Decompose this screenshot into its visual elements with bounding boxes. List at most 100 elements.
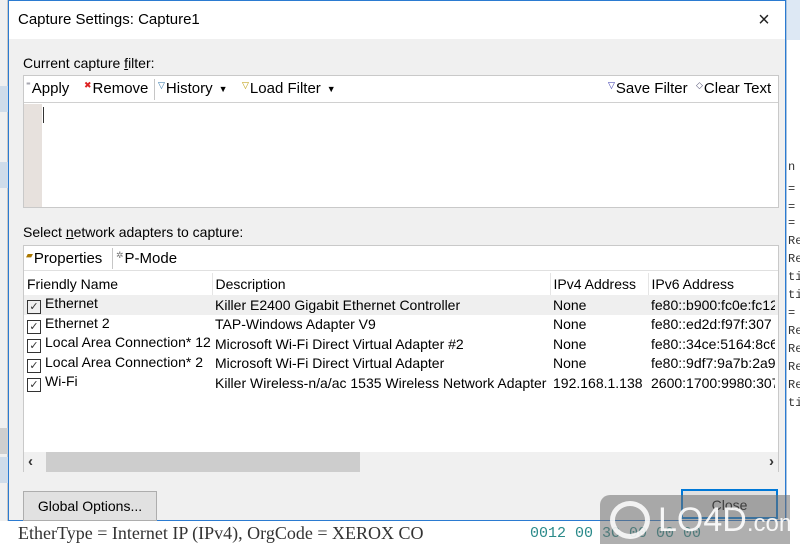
toolbar-divider bbox=[154, 79, 155, 100]
adapter-name: Wi-Fi bbox=[45, 373, 78, 390]
label-text: ilter: bbox=[128, 55, 155, 71]
table-row[interactable]: ✓ Ethernet 2 TAP-Windows Adapter V9 None … bbox=[24, 315, 778, 335]
table-row[interactable]: ✓ Local Area Connection* 12 Microsoft Wi-… bbox=[24, 334, 778, 354]
filter-toolbar: ⁼Apply ✖Remove ▽History ▼ ▽Load Filter ▼ ▽… bbox=[24, 76, 778, 103]
background-line: = bbox=[788, 200, 796, 214]
adapter-description: Microsoft Wi-Fi Direct Virtual Adapter bbox=[215, 355, 445, 372]
background-packet-text: EtherType = Internet IP (IPv4), OrgCode … bbox=[18, 523, 424, 543]
background-app-left-edge bbox=[0, 0, 8, 544]
background-line: = bbox=[788, 182, 796, 196]
background-line: n bbox=[788, 160, 796, 174]
table-header: Friendly Name Description IPv4 Address I… bbox=[24, 273, 778, 295]
save-filter-button[interactable]: ▽Save Filter bbox=[608, 80, 688, 97]
filter-text-input[interactable] bbox=[43, 104, 778, 207]
watermark-suffix: .com bbox=[746, 510, 799, 537]
adapter-ipv4: None bbox=[553, 335, 587, 352]
adapter-description: Killer Wireless-n/a/ac 1535 Wireless Net… bbox=[215, 374, 547, 391]
watermark: LO4D.com bbox=[600, 495, 799, 544]
text-cursor bbox=[43, 107, 44, 123]
background-strip bbox=[0, 86, 8, 112]
remove-button[interactable]: ✖Remove bbox=[84, 80, 148, 97]
properties-button[interactable]: ▰Properties bbox=[26, 250, 102, 267]
label-text: etwork adapters to capture: bbox=[73, 224, 244, 240]
adapter-description: TAP-Windows Adapter V9 bbox=[215, 316, 376, 333]
adapter-name: Local Area Connection* 12 bbox=[45, 334, 211, 351]
dialog-title: Capture Settings: Capture1 bbox=[18, 11, 200, 28]
properties-icon: ▰ bbox=[26, 250, 33, 260]
adapter-checkbox[interactable]: ✓ bbox=[27, 358, 41, 373]
adapter-checkbox[interactable]: ✓ bbox=[27, 378, 41, 393]
adapter-checkbox[interactable]: ✓ bbox=[27, 300, 41, 315]
network-adapters-list: ▰Properties ✲P-Mode Friendly Name Descri… bbox=[23, 245, 779, 472]
title-bar: Capture Settings: Capture1 × bbox=[9, 1, 785, 39]
adapter-description: Microsoft Wi-Fi Direct Virtual Adapter #… bbox=[215, 335, 464, 352]
scrollbar-thumb[interactable] bbox=[46, 452, 360, 472]
adapters-label: Select network adapters to capture: bbox=[23, 224, 243, 240]
load-filter-dropdown[interactable]: ▽Load Filter ▼ bbox=[242, 80, 336, 97]
global-options-button[interactable]: Global Options... bbox=[23, 491, 157, 521]
table-row[interactable]: ✓ Wi-Fi Killer Wireless-n/a/ac 1535 Wirel… bbox=[24, 373, 778, 393]
adapter-name: Ethernet bbox=[45, 295, 98, 312]
background-line: ti bbox=[788, 288, 800, 302]
column-header-friendly-name[interactable]: Friendly Name bbox=[24, 273, 213, 295]
background-line: = bbox=[788, 306, 796, 320]
watermark-text: LO4D bbox=[658, 501, 747, 539]
background-line: Re bbox=[788, 378, 800, 392]
clear-text-button[interactable]: ◇Clear Text bbox=[696, 80, 771, 97]
column-header-ipv4[interactable]: IPv4 Address bbox=[550, 273, 649, 295]
adapter-ipv4: None bbox=[553, 355, 587, 372]
clear-text-label: Clear Text bbox=[703, 80, 772, 97]
eraser-icon: ◇ bbox=[696, 80, 703, 90]
table-row[interactable]: ✓ Local Area Connection* 2 Microsoft Wi-F… bbox=[24, 354, 778, 374]
toolbar-divider bbox=[112, 248, 113, 269]
background-line: = bbox=[788, 216, 796, 230]
pmode-button[interactable]: ✲P-Mode bbox=[116, 250, 177, 267]
background-strip bbox=[0, 162, 8, 188]
chevron-left-icon[interactable]: ‹ bbox=[28, 453, 33, 470]
adapter-ipv6: fe80::9df7:9a7b:2a9 bbox=[651, 355, 775, 372]
properties-label: Properties bbox=[33, 250, 103, 267]
background-line: Re bbox=[788, 234, 800, 248]
close-icon[interactable]: × bbox=[751, 7, 777, 33]
load-filter-label: Load Filter bbox=[249, 80, 321, 97]
horizontal-scrollbar[interactable]: ‹ › bbox=[24, 452, 778, 472]
remove-label: Remove bbox=[92, 80, 149, 97]
adapter-ipv6: fe80::ed2d:f97f:307 bbox=[651, 316, 772, 333]
history-label: History bbox=[165, 80, 213, 97]
filter-icon: ▽ bbox=[158, 80, 165, 90]
remove-icon: ✖ bbox=[84, 80, 92, 90]
adapters-toolbar: ▰Properties ✲P-Mode bbox=[24, 246, 778, 271]
capture-filter-editor: ⁼Apply ✖Remove ▽History ▼ ▽Load Filter ▼ ▽… bbox=[23, 75, 779, 208]
chevron-down-icon: ▼ bbox=[326, 84, 336, 95]
adapter-name: Ethernet 2 bbox=[45, 314, 110, 331]
apply-label: Apply bbox=[31, 80, 70, 97]
column-header-description[interactable]: Description bbox=[212, 273, 551, 295]
column-header-ipv6[interactable]: IPv6 Address bbox=[648, 273, 778, 295]
adapter-ipv4: 192.168.1.138 bbox=[553, 374, 643, 391]
adapter-ipv4: None bbox=[550, 295, 648, 315]
background-line: Re bbox=[788, 360, 800, 374]
label-text: Current capture bbox=[23, 55, 125, 71]
filter-icon: ▽ bbox=[242, 80, 249, 90]
history-dropdown[interactable]: ▽History ▼ bbox=[158, 80, 228, 97]
adapter-ipv6: fe80::b900:fc0e:fc12 bbox=[651, 296, 775, 313]
save-filter-label: Save Filter bbox=[615, 80, 688, 97]
background-app-right-edge: n = = = Re Re ti ti = Re Re Re Re ti bbox=[786, 0, 800, 544]
apply-button[interactable]: ⁼Apply bbox=[26, 80, 69, 97]
adapter-ipv4: None bbox=[553, 316, 587, 333]
pmode-label: P-Mode bbox=[124, 250, 178, 267]
adapter-checkbox[interactable]: ✓ bbox=[27, 319, 41, 334]
background-line: Re bbox=[788, 342, 800, 356]
background-line: ti bbox=[788, 396, 800, 410]
background-strip bbox=[0, 428, 8, 454]
adapter-checkbox[interactable]: ✓ bbox=[27, 339, 41, 354]
chevron-right-icon[interactable]: › bbox=[769, 453, 774, 470]
chevron-down-icon: ▼ bbox=[218, 84, 228, 95]
adapter-description: Killer E2400 Gigabit Ethernet Controller bbox=[212, 295, 550, 315]
line-number-gutter bbox=[24, 104, 42, 207]
table-row[interactable]: ✓ Ethernet Killer E2400 Gigabit Ethernet … bbox=[24, 295, 778, 315]
label-text: Select bbox=[23, 224, 66, 240]
adapter-name: Local Area Connection* 2 bbox=[45, 353, 203, 370]
background-line: Re bbox=[788, 252, 800, 266]
apply-icon: ⁼ bbox=[26, 80, 31, 90]
